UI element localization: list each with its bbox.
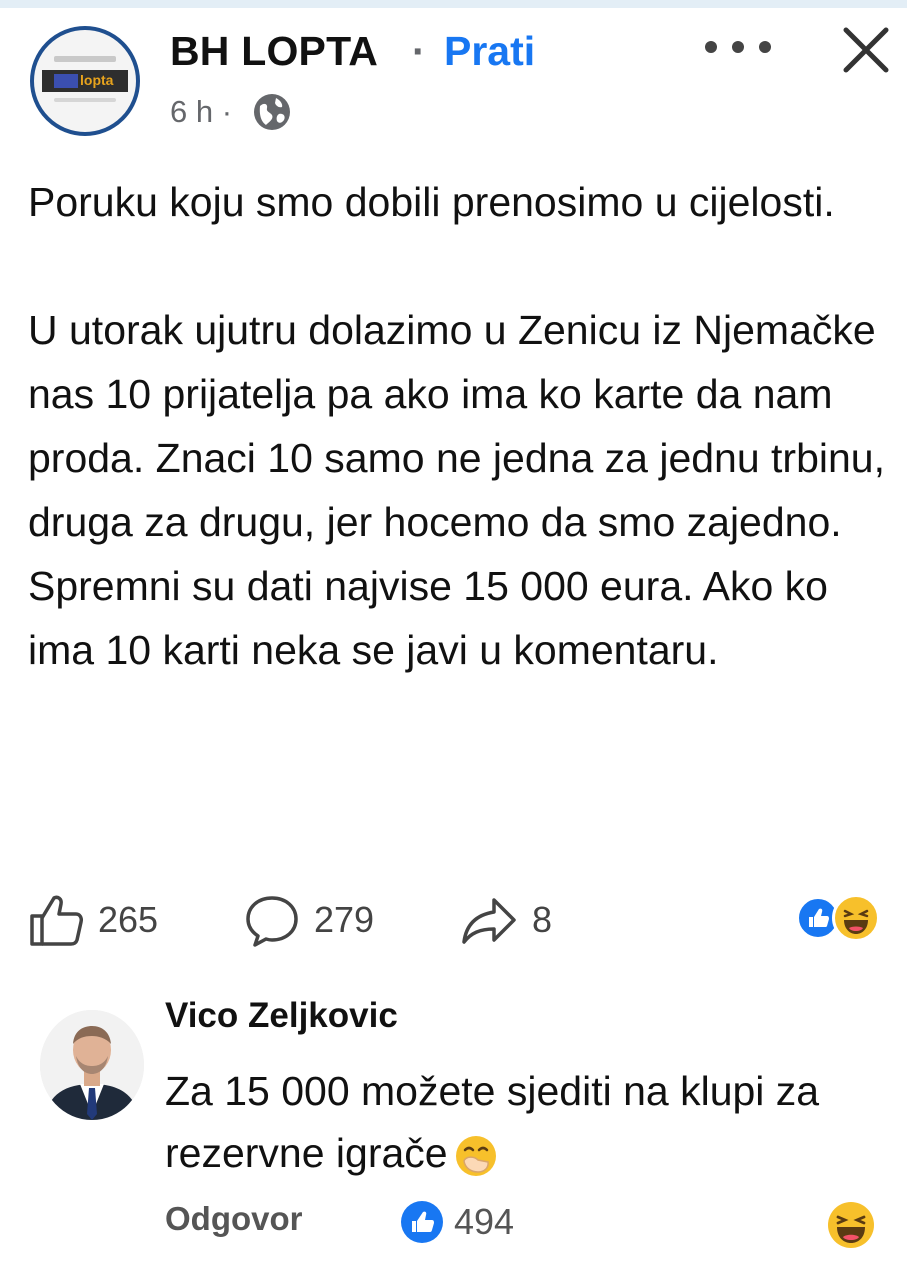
reply-button[interactable]: Odgovor bbox=[165, 1200, 303, 1238]
post-paragraph: U utorak ujutru dolazimo u Zenicu iz Nje… bbox=[28, 307, 885, 673]
post-paragraph: Poruku koju smo dobili prenosimo u cijel… bbox=[28, 179, 835, 225]
hand-over-mouth-emoji-icon bbox=[455, 1136, 496, 1177]
page-name[interactable]: BH LOPTA bbox=[170, 28, 378, 75]
like-count: 265 bbox=[98, 899, 159, 940]
close-icon[interactable] bbox=[838, 22, 894, 78]
haha-reaction-icon bbox=[832, 894, 880, 942]
comment-count: 279 bbox=[314, 899, 375, 940]
name-separator: · bbox=[412, 28, 426, 74]
logo-top-strip bbox=[54, 56, 116, 62]
page-avatar[interactable]: lopta bbox=[30, 26, 140, 136]
top-edge-bar bbox=[0, 0, 907, 8]
more-options-icon[interactable] bbox=[705, 34, 771, 60]
commenter-avatar[interactable] bbox=[40, 1010, 144, 1120]
person-photo bbox=[40, 1010, 144, 1120]
more-dot bbox=[759, 41, 771, 53]
reaction-summary[interactable] bbox=[796, 892, 896, 944]
share-count: 8 bbox=[532, 899, 553, 940]
comment-like-summary[interactable]: 494 bbox=[400, 1200, 514, 1244]
follow-button[interactable]: Prati bbox=[444, 28, 535, 75]
like-button[interactable]: 265 bbox=[28, 890, 158, 950]
comment-author[interactable]: Vico Zeljkovic bbox=[165, 996, 398, 1036]
comment-like-count: 494 bbox=[454, 1201, 515, 1242]
comment-button[interactable]: 279 bbox=[244, 890, 374, 950]
haha-reaction-button-icon[interactable] bbox=[826, 1200, 876, 1250]
post-time[interactable]: 6 h · bbox=[170, 94, 232, 130]
globe-icon bbox=[254, 94, 290, 130]
logo-mark bbox=[54, 74, 78, 88]
logo-text: lopta bbox=[80, 72, 114, 88]
more-dot bbox=[732, 41, 744, 53]
logo-bottom-strip bbox=[54, 98, 116, 102]
like-reaction-icon bbox=[401, 1201, 443, 1243]
comment-body: Za 15 000 možete sjediti na klupi za rez… bbox=[165, 1060, 865, 1184]
post-body: Poruku koju smo dobili prenosimo u cijel… bbox=[28, 170, 898, 682]
thumbs-up-icon bbox=[30, 895, 83, 946]
more-dot bbox=[705, 41, 717, 53]
share-button[interactable]: 8 bbox=[460, 890, 552, 950]
comment-bubble-icon bbox=[246, 896, 298, 947]
share-arrow-icon bbox=[462, 898, 516, 944]
